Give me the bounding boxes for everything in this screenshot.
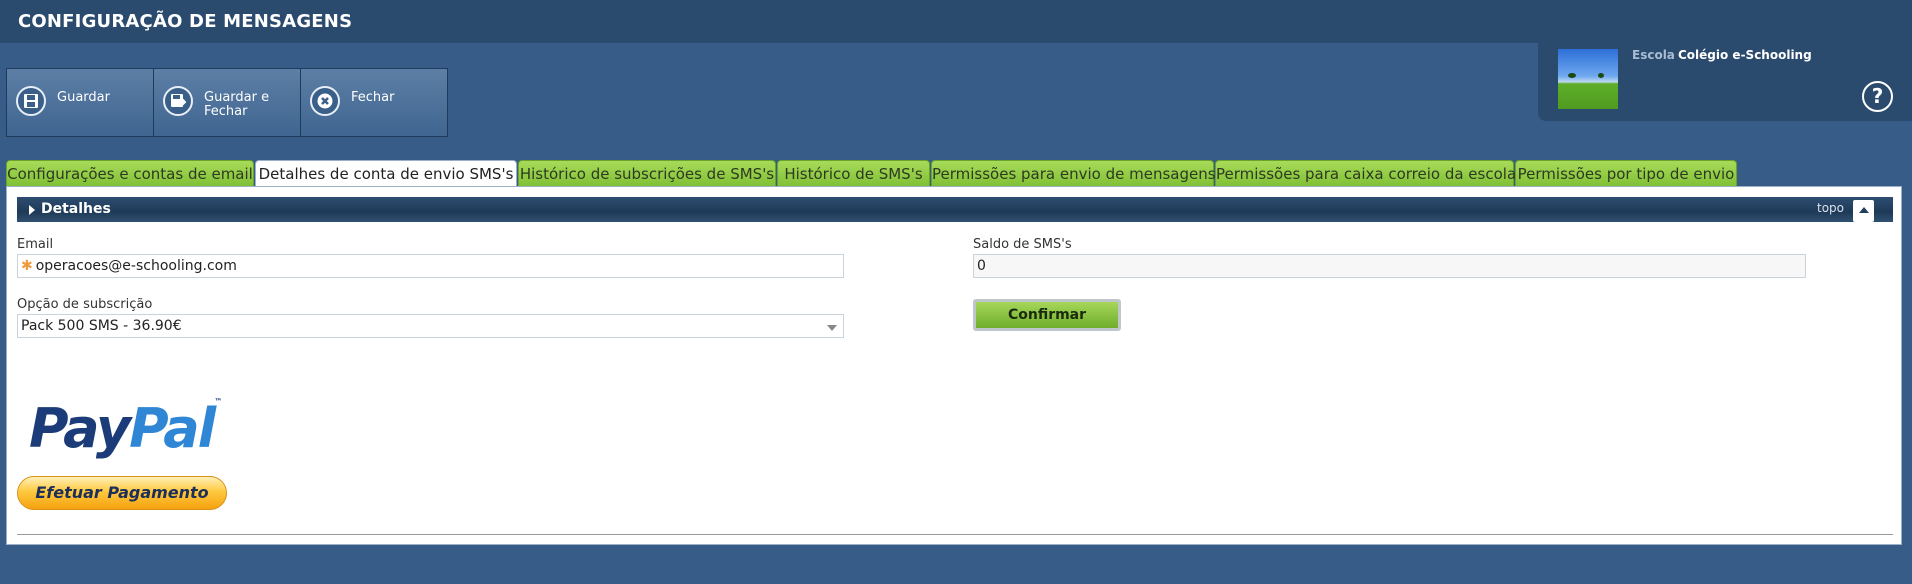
school-label: Escola xyxy=(1632,48,1675,62)
subscription-value: Pack 500 SMS - 36.90€ xyxy=(21,318,182,334)
sms-balance-value: 0 xyxy=(977,258,986,274)
save-close-icon xyxy=(163,86,193,116)
email-field[interactable]: ✱ operacoes@e-schooling.com xyxy=(17,254,844,278)
required-asterisk-icon: ✱ xyxy=(21,258,33,274)
close-label: Fechar xyxy=(351,90,395,105)
save-and-close-label: Guardar e Fechar xyxy=(204,90,270,119)
tab-send-permissions[interactable]: Permissões para envio de mensagens xyxy=(931,160,1216,187)
save-icon xyxy=(16,86,46,116)
subscription-select[interactable]: Pack 500 SMS - 36.90€ xyxy=(17,314,844,338)
scroll-top-icon[interactable] xyxy=(1853,200,1874,222)
collapse-triangle-icon xyxy=(29,205,35,215)
subscription-label: Opção de subscrição xyxy=(17,297,153,312)
dropdown-arrow-icon xyxy=(827,325,837,331)
section-title: Detalhes xyxy=(41,201,111,217)
close-icon xyxy=(310,86,340,116)
tab-mailbox-permissions[interactable]: Permissões para caixa correio da escola xyxy=(1215,160,1516,187)
school-image xyxy=(1558,49,1618,109)
divider xyxy=(17,534,1893,535)
save-and-close-button[interactable]: Guardar e Fechar xyxy=(154,69,301,136)
header-bar: CONFIGURAÇÃO DE MENSAGENS xyxy=(0,0,1912,43)
paypal-logo: PayPal™ xyxy=(29,397,223,460)
save-label: Guardar xyxy=(57,90,110,105)
email-label: Email xyxy=(17,237,54,252)
close-button[interactable]: Fechar xyxy=(301,69,447,136)
tab-send-type-permissions[interactable]: Permissões por tipo de envio xyxy=(1515,160,1737,187)
tab-sms-history[interactable]: Histórico de SMS's xyxy=(777,160,930,187)
help-icon[interactable]: ? xyxy=(1862,81,1893,112)
pay-button[interactable]: Efetuar Pagamento xyxy=(17,476,227,510)
section-header[interactable]: Detalhes topo xyxy=(17,197,1893,222)
toolbar: Guardar Guardar e Fechar Fechar xyxy=(6,68,448,137)
school-panel: Escola Colégio e-Schooling xyxy=(1538,43,1912,121)
tab-sms-subscription-history[interactable]: Histórico de subscrições de SMS's xyxy=(518,160,776,187)
tab-sms-account-details[interactable]: Detalhes de conta de envio SMS's xyxy=(255,160,517,188)
top-link-label: topo xyxy=(1817,201,1845,215)
details-panel: Detalhes topo Email ✱ operacoes@e-schooli… xyxy=(6,186,1902,545)
school-name: Colégio e-Schooling xyxy=(1678,48,1812,62)
email-value: operacoes@e-schooling.com xyxy=(35,258,237,274)
sms-balance-label: Saldo de SMS's xyxy=(973,237,1072,252)
confirm-button[interactable]: Confirmar xyxy=(973,299,1121,331)
sms-balance-field[interactable]: 0 xyxy=(973,254,1806,278)
tab-email-config[interactable]: Configurações e contas de email xyxy=(6,160,254,187)
save-button[interactable]: Guardar xyxy=(7,69,154,136)
page-title: CONFIGURAÇÃO DE MENSAGENS xyxy=(18,11,353,32)
